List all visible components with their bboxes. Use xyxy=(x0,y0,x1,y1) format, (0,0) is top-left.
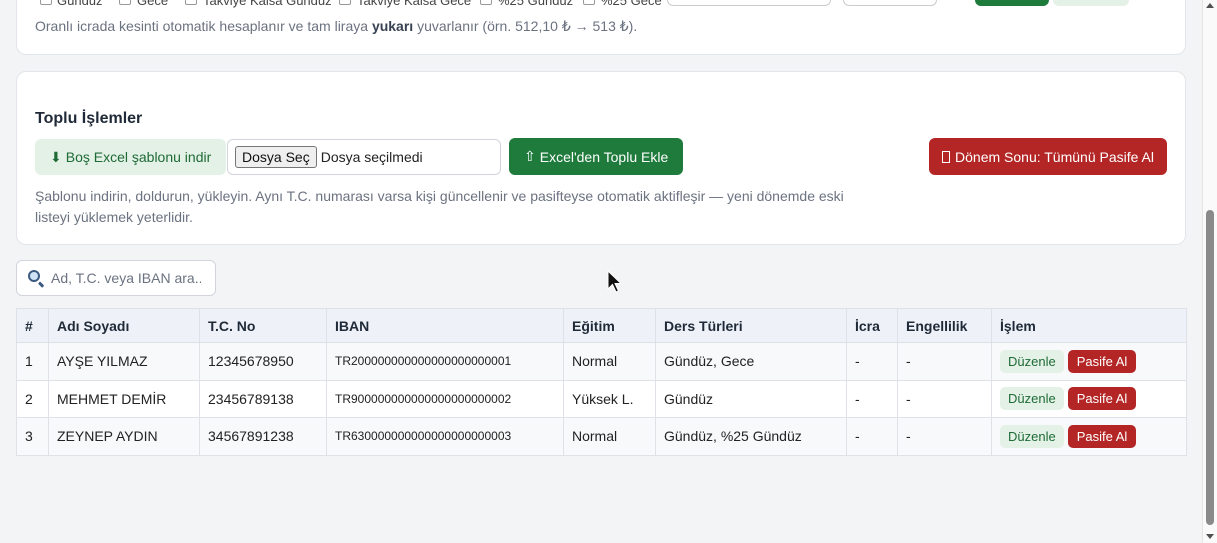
cell-tc: 23456789138 xyxy=(199,379,327,418)
cell-actions: Düzenle Pasife Al xyxy=(991,379,1187,418)
deactivate-all-label: Dönem Sonu: Tümünü Pasife Al xyxy=(955,148,1154,165)
search-input[interactable] xyxy=(51,270,201,286)
page-viewport: Gündüz Gece Takviye Kalsa Gündüz Takviye… xyxy=(0,0,1202,543)
header-name: Adı Soyadı xyxy=(48,308,200,343)
cell-index: 1 xyxy=(16,342,49,381)
file-input[interactable]: Dosya Seç Dosya seçilmedi xyxy=(227,139,501,175)
icra-rate-input[interactable] xyxy=(843,0,937,6)
table-header-row: # Adı Soyadı T.C. No IBAN Eğitim Ders Tü… xyxy=(16,308,1187,343)
cell-education: Normal xyxy=(563,342,656,381)
scroll-down-arrow-icon[interactable] xyxy=(1206,534,1214,539)
cell-disability: - xyxy=(897,379,992,418)
cell-name: AYŞE YILMAZ xyxy=(48,342,200,381)
cell-index: 2 xyxy=(16,379,49,418)
cell-lesson-types: Gündüz xyxy=(655,379,847,418)
vertical-scrollbar[interactable] xyxy=(1202,0,1217,543)
rounding-note-bold: yukarı xyxy=(371,18,414,34)
upload-icon: ⇧ xyxy=(524,148,536,164)
cell-iban: TR630000000000000000000003 xyxy=(326,417,564,456)
add-person-button[interactable] xyxy=(975,0,1049,6)
cell-name: ZEYNEP AYDIN xyxy=(48,417,200,456)
bulk-add-label: Excel'den Toplu Ekle xyxy=(539,148,669,165)
daytime-checkbox[interactable] xyxy=(40,0,52,5)
edit-button[interactable]: Düzenle xyxy=(1000,349,1064,373)
header-lesson-types: Ders Türleri xyxy=(655,308,847,343)
cell-iban: TR900000000000000000000002 xyxy=(326,379,564,418)
rounding-note-prefix: Oranlı icrada kesinti otomatik hesaplanı… xyxy=(35,18,372,34)
support-day-checkbox[interactable] xyxy=(185,0,197,5)
table-row: 2 MEHMET DEMİR 23456789138 TR90000000000… xyxy=(16,379,1187,418)
daytime-label: Gündüz xyxy=(57,0,103,8)
download-template-button[interactable]: ⬇ Boş Excel şablonu indir xyxy=(35,139,227,175)
header-icra: İcra xyxy=(846,308,898,343)
cell-disability: - xyxy=(897,342,992,381)
cell-index: 3 xyxy=(16,417,49,456)
pct25-night-checkbox[interactable] xyxy=(583,0,595,5)
deactivate-button[interactable]: Pasife Al xyxy=(1067,387,1137,411)
table-row: 1 AYŞE YILMAZ 12345678950 TR200000000000… xyxy=(16,342,1187,381)
scrollbar-thumb[interactable] xyxy=(1206,210,1214,525)
staff-table: # Adı Soyadı T.C. No IBAN Eğitim Ders Tü… xyxy=(16,308,1187,456)
staff-table-container: # Adı Soyadı T.C. No IBAN Eğitim Ders Tü… xyxy=(16,308,1187,456)
edit-button[interactable]: Düzenle xyxy=(1000,387,1064,411)
support-day-label: Takviye Kalsa Gündüz xyxy=(203,0,332,8)
cell-actions: Düzenle Pasife Al xyxy=(991,417,1187,456)
bulk-operations-card: Toplu İşlemler ⬇ Boş Excel şablonu indir… xyxy=(16,71,1186,245)
cell-icra: - xyxy=(846,342,898,381)
cell-education: Yüksek L. xyxy=(563,379,656,418)
search-box[interactable] xyxy=(16,260,216,296)
download-icon: ⬇ xyxy=(50,148,62,165)
header-iban: IBAN xyxy=(326,308,564,343)
missing-glyph-icon xyxy=(942,150,951,163)
settings-controls-row: Gündüz Gece Takviye Kalsa Gündüz Takviye… xyxy=(17,0,1185,8)
rounding-note: Oranlı icrada kesinti otomatik hesaplanı… xyxy=(35,18,637,35)
settings-card: Gündüz Gece Takviye Kalsa Gündüz Takviye… xyxy=(16,0,1186,55)
deactivate-button[interactable]: Pasife Al xyxy=(1067,424,1137,448)
clear-form-button[interactable] xyxy=(1053,0,1129,6)
cell-education: Normal xyxy=(563,417,656,456)
night-checkbox[interactable] xyxy=(119,0,131,5)
deactivate-all-button[interactable]: Dönem Sonu: Tümünü Pasife Al xyxy=(929,138,1167,175)
file-status-text: Dosya seçilmedi xyxy=(320,149,423,165)
pct25-day-checkbox[interactable] xyxy=(480,0,492,5)
night-label: Gece xyxy=(137,0,169,8)
bulk-operations-note: Şablonu indirin, doldurun, yükleyin. Ayn… xyxy=(35,188,844,225)
choose-file-button[interactable]: Dosya Seç xyxy=(235,146,317,168)
cell-tc: 12345678950 xyxy=(199,342,327,381)
cell-tc: 34567891238 xyxy=(199,417,327,456)
search-icon xyxy=(27,269,45,288)
cell-lesson-types: Gündüz, %25 Gündüz xyxy=(655,417,847,456)
table-row: 3 ZEYNEP AYDIN 34567891238 TR63000000000… xyxy=(16,417,1187,456)
rounding-note-suffix: yuvarlanır (örn. 512,10 ₺ → 513 ₺). xyxy=(413,18,638,34)
scroll-up-arrow-icon[interactable] xyxy=(1206,3,1214,8)
bulk-add-from-excel-button[interactable]: ⇧ Excel'den Toplu Ekle xyxy=(509,138,684,175)
header-index: # xyxy=(16,308,49,343)
cell-icra: - xyxy=(846,379,898,418)
cell-name: MEHMET DEMİR xyxy=(48,379,200,418)
header-education: Eğitim xyxy=(563,308,656,343)
edit-button[interactable]: Düzenle xyxy=(1000,424,1064,448)
cell-icra: - xyxy=(846,417,898,456)
cell-disability: - xyxy=(897,417,992,456)
cell-iban: TR200000000000000000000001 xyxy=(326,342,564,381)
pct25-night-label: %25 Gece xyxy=(601,0,662,8)
support-night-label: Takviye Kalsa Gece xyxy=(357,0,472,8)
mouse-pointer-icon xyxy=(607,270,623,293)
bulk-operations-title: Toplu İşlemler xyxy=(35,110,143,127)
icra-amount-input[interactable] xyxy=(667,0,831,6)
cell-actions: Düzenle Pasife Al xyxy=(991,342,1187,381)
header-tc: T.C. No xyxy=(199,308,327,343)
header-actions: İşlem xyxy=(991,308,1187,343)
header-disability: Engellilik xyxy=(897,308,992,343)
deactivate-button[interactable]: Pasife Al xyxy=(1067,349,1137,373)
download-template-label: Boş Excel şablonu indir xyxy=(65,149,212,165)
support-night-checkbox[interactable] xyxy=(339,0,351,5)
cell-lesson-types: Gündüz, Gece xyxy=(655,342,847,381)
pct25-day-label: %25 Gündüz xyxy=(498,0,574,8)
